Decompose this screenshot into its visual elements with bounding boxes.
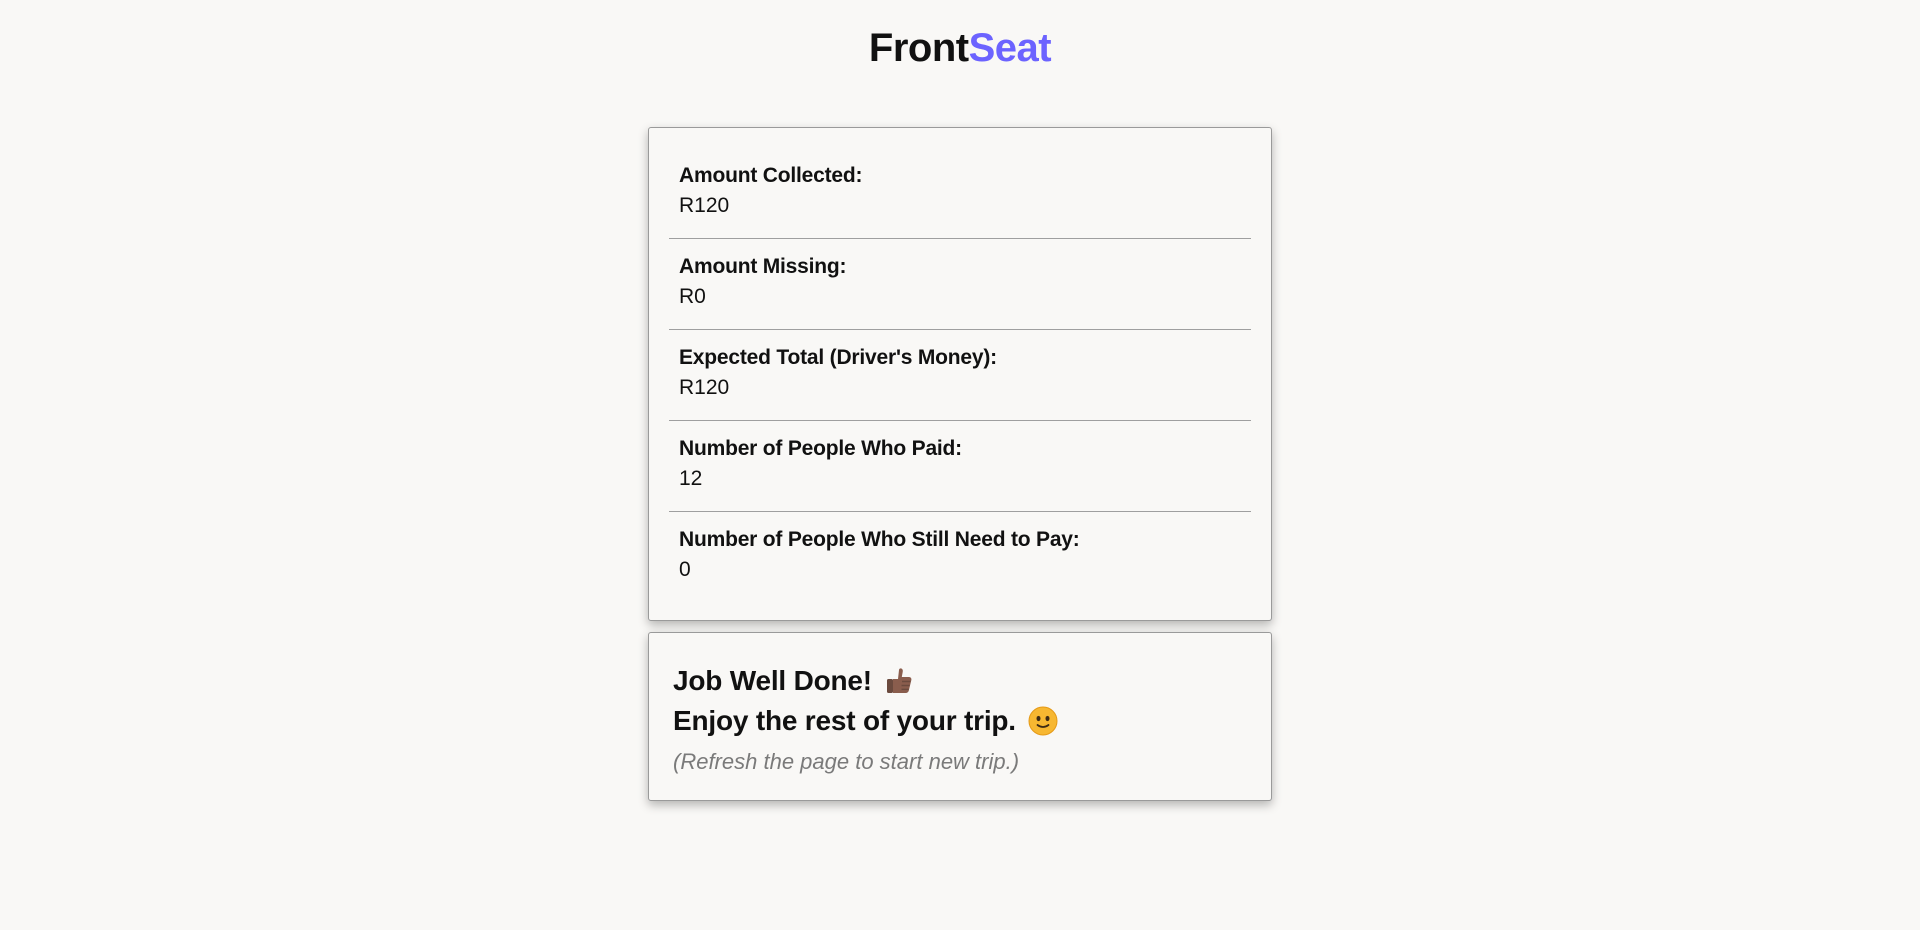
stat-people-unpaid: Number of People Who Still Need to Pay: …	[669, 512, 1251, 603]
stat-label: Number of People Who Paid:	[679, 437, 962, 460]
stat-value: R0	[679, 285, 706, 308]
stat-value: 12	[679, 467, 703, 490]
trip-summary-card: Amount Collected: R120 Amount Missing: R…	[648, 127, 1272, 621]
logo-seat-text: Seat	[968, 26, 1052, 70]
stat-expected-total: Expected Total (Driver's Money): R120	[669, 330, 1251, 421]
stat-value: 0	[679, 558, 691, 581]
completion-headline: Job Well Done!	[673, 665, 872, 696]
completion-headline-row: Job Well Done!	[673, 661, 1247, 701]
stat-label: Amount Collected:	[679, 164, 863, 187]
stat-value: R120	[679, 194, 730, 217]
completion-message-row: Enjoy the rest of your trip.	[673, 701, 1247, 741]
stat-label: Number of People Who Still Need to Pay:	[679, 528, 1080, 551]
stat-label: Amount Missing:	[679, 255, 847, 278]
stat-value: R120	[679, 376, 730, 399]
stat-amount-missing: Amount Missing: R0	[669, 239, 1251, 330]
stat-people-paid: Number of People Who Paid: 12	[669, 421, 1251, 512]
app-logo: FrontSeat	[0, 22, 1920, 74]
completion-message: Enjoy the rest of your trip.	[673, 705, 1016, 736]
stat-amount-collected: Amount Collected: R120	[669, 148, 1251, 239]
smiling-face-icon	[1028, 706, 1058, 736]
stat-label: Expected Total (Driver's Money):	[679, 346, 997, 369]
logo-front-text: Front	[868, 26, 969, 70]
page: FrontSeat Amount Collected: R120 Amount …	[0, 0, 1920, 930]
completion-card: Job Well Done! Enjoy the rest of your tr…	[648, 632, 1272, 801]
thumbs-up-icon	[886, 668, 912, 693]
refresh-hint: (Refresh the page to start new trip.)	[673, 749, 1020, 774]
